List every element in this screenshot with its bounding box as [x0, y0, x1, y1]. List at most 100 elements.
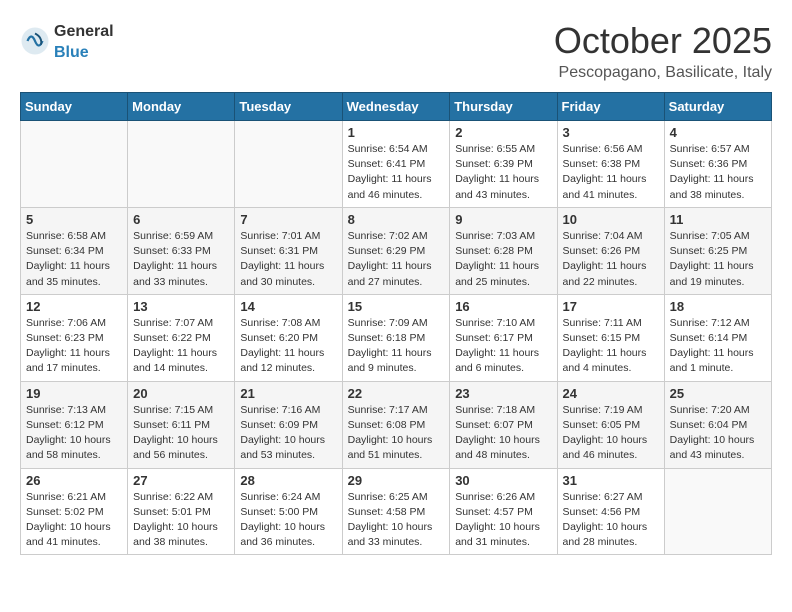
- calendar-cell: 9Sunrise: 7:03 AM Sunset: 6:28 PM Daylig…: [450, 207, 557, 294]
- calendar-cell: 1 Sunrise: 6:54 AM Sunset: 6:41 PM Daylig…: [342, 121, 450, 208]
- calendar-cell: [21, 121, 128, 208]
- calendar-cell: 14 Sunrise: 7:08 AM Sunset: 6:20 PM Dayli…: [235, 294, 342, 381]
- day-number: 3: [563, 125, 659, 140]
- day-info: Sunrise: 6:24 AM Sunset: 5:00 PM Dayligh…: [240, 490, 336, 551]
- day-info: Sunrise: 7:10 AM Sunset: 6:17 PM Dayligh…: [455, 316, 551, 377]
- day-info: Sunrise: 7:16 AM Sunset: 6:09 PM Dayligh…: [240, 403, 336, 464]
- day-info: Sunrise: 6:56 AM Sunset: 6:38 PM Dayligh…: [563, 142, 659, 203]
- day-info: Sunrise: 7:19 AM Sunset: 6:05 PM Dayligh…: [563, 403, 659, 464]
- title-section: October 2025 Pescopagano, Basilicate, It…: [554, 20, 772, 82]
- day-number: 21: [240, 386, 336, 401]
- day-info: Sunrise: 7:07 AM Sunset: 6:22 PM Dayligh…: [133, 316, 229, 377]
- calendar-cell: 28Sunrise: 6:24 AM Sunset: 5:00 PM Dayli…: [235, 468, 342, 555]
- day-info: Sunrise: 6:55 AM Sunset: 6:39 PM Dayligh…: [455, 142, 551, 203]
- calendar-cell: 30 Sunrise: 6:26 AM Sunset: 4:57 PM Dayli…: [450, 468, 557, 555]
- calendar-week-3: 12Sunrise: 7:06 AM Sunset: 6:23 PM Dayli…: [21, 294, 772, 381]
- day-number: 2: [455, 125, 551, 140]
- day-number: 6: [133, 212, 229, 227]
- day-number: 22: [348, 386, 445, 401]
- calendar-cell: 18 Sunrise: 7:12 AM Sunset: 6:14 PM Dayli…: [664, 294, 771, 381]
- calendar-cell: 15 Sunrise: 7:09 AM Sunset: 6:18 PM Dayli…: [342, 294, 450, 381]
- weekday-header-monday: Monday: [128, 93, 235, 121]
- weekday-header-thursday: Thursday: [450, 93, 557, 121]
- day-info: Sunrise: 6:25 AM Sunset: 4:58 PM Dayligh…: [348, 490, 445, 551]
- calendar-cell: [664, 468, 771, 555]
- day-number: 23: [455, 386, 551, 401]
- calendar-cell: 19 Sunrise: 7:13 AM Sunset: 6:12 PM Dayli…: [21, 381, 128, 468]
- day-number: 20: [133, 386, 229, 401]
- day-info: Sunrise: 7:11 AM Sunset: 6:15 PM Dayligh…: [563, 316, 659, 377]
- calendar-cell: 31 Sunrise: 6:27 AM Sunset: 4:56 PM Dayli…: [557, 468, 664, 555]
- weekday-header-wednesday: Wednesday: [342, 93, 450, 121]
- calendar-cell: 22Sunrise: 7:17 AM Sunset: 6:08 PM Dayli…: [342, 381, 450, 468]
- day-number: 7: [240, 212, 336, 227]
- day-info: Sunrise: 7:12 AM Sunset: 6:14 PM Dayligh…: [670, 316, 766, 377]
- calendar-week-4: 19 Sunrise: 7:13 AM Sunset: 6:12 PM Dayli…: [21, 381, 772, 468]
- day-number: 27: [133, 473, 229, 488]
- logo: General Blue: [20, 20, 114, 62]
- day-info: Sunrise: 7:18 AM Sunset: 6:07 PM Dayligh…: [455, 403, 551, 464]
- calendar-cell: 2 Sunrise: 6:55 AM Sunset: 6:39 PM Daylig…: [450, 121, 557, 208]
- calendar-cell: 20 Sunrise: 7:15 AM Sunset: 6:11 PM Dayli…: [128, 381, 235, 468]
- day-number: 17: [563, 299, 659, 314]
- calendar-cell: 12Sunrise: 7:06 AM Sunset: 6:23 PM Dayli…: [21, 294, 128, 381]
- day-info: Sunrise: 7:15 AM Sunset: 6:11 PM Dayligh…: [133, 403, 229, 464]
- weekday-header-tuesday: Tuesday: [235, 93, 342, 121]
- day-info: Sunrise: 6:54 AM Sunset: 6:41 PM Dayligh…: [348, 142, 445, 203]
- calendar-cell: 3 Sunrise: 6:56 AM Sunset: 6:38 PM Daylig…: [557, 121, 664, 208]
- calendar-cell: 27 Sunrise: 6:22 AM Sunset: 5:01 PM Dayli…: [128, 468, 235, 555]
- weekday-header-friday: Friday: [557, 93, 664, 121]
- day-number: 5: [26, 212, 122, 227]
- day-info: Sunrise: 6:58 AM Sunset: 6:34 PM Dayligh…: [26, 229, 122, 290]
- calendar-cell: 23 Sunrise: 7:18 AM Sunset: 6:07 PM Dayli…: [450, 381, 557, 468]
- calendar-cell: 4 Sunrise: 6:57 AM Sunset: 6:36 PM Daylig…: [664, 121, 771, 208]
- day-info: Sunrise: 7:13 AM Sunset: 6:12 PM Dayligh…: [26, 403, 122, 464]
- logo-general-text: General: [54, 23, 114, 40]
- day-info: Sunrise: 7:08 AM Sunset: 6:20 PM Dayligh…: [240, 316, 336, 377]
- day-number: 14: [240, 299, 336, 314]
- calendar-cell: 11 Sunrise: 7:05 AM Sunset: 6:25 PM Dayli…: [664, 207, 771, 294]
- day-info: Sunrise: 6:22 AM Sunset: 5:01 PM Dayligh…: [133, 490, 229, 551]
- calendar-cell: 16Sunrise: 7:10 AM Sunset: 6:17 PM Dayli…: [450, 294, 557, 381]
- weekday-header-sunday: Sunday: [21, 93, 128, 121]
- calendar-cell: [235, 121, 342, 208]
- calendar-table: SundayMondayTuesdayWednesdayThursdayFrid…: [20, 92, 772, 555]
- calendar-cell: 8 Sunrise: 7:02 AM Sunset: 6:29 PM Daylig…: [342, 207, 450, 294]
- day-number: 30: [455, 473, 551, 488]
- logo-icon: [20, 26, 50, 56]
- day-info: Sunrise: 7:01 AM Sunset: 6:31 PM Dayligh…: [240, 229, 336, 290]
- page-header: General Blue October 2025 Pescopagano, B…: [20, 20, 772, 82]
- day-number: 1: [348, 125, 445, 140]
- calendar-cell: 5 Sunrise: 6:58 AM Sunset: 6:34 PM Daylig…: [21, 207, 128, 294]
- day-info: Sunrise: 6:27 AM Sunset: 4:56 PM Dayligh…: [563, 490, 659, 551]
- day-number: 19: [26, 386, 122, 401]
- day-info: Sunrise: 6:57 AM Sunset: 6:36 PM Dayligh…: [670, 142, 766, 203]
- day-number: 18: [670, 299, 766, 314]
- calendar-cell: 6 Sunrise: 6:59 AM Sunset: 6:33 PM Daylig…: [128, 207, 235, 294]
- day-info: Sunrise: 6:26 AM Sunset: 4:57 PM Dayligh…: [455, 490, 551, 551]
- day-number: 9: [455, 212, 551, 227]
- day-number: 12: [26, 299, 122, 314]
- calendar-cell: 7 Sunrise: 7:01 AM Sunset: 6:31 PM Daylig…: [235, 207, 342, 294]
- calendar-cell: 25Sunrise: 7:20 AM Sunset: 6:04 PM Dayli…: [664, 381, 771, 468]
- day-info: Sunrise: 6:21 AM Sunset: 5:02 PM Dayligh…: [26, 490, 122, 551]
- day-number: 13: [133, 299, 229, 314]
- day-number: 8: [348, 212, 445, 227]
- calendar-cell: 24Sunrise: 7:19 AM Sunset: 6:05 PM Dayli…: [557, 381, 664, 468]
- day-number: 4: [670, 125, 766, 140]
- day-number: 11: [670, 212, 766, 227]
- day-number: 15: [348, 299, 445, 314]
- logo-blue-text: Blue: [54, 44, 89, 61]
- day-number: 10: [563, 212, 659, 227]
- day-info: Sunrise: 7:05 AM Sunset: 6:25 PM Dayligh…: [670, 229, 766, 290]
- day-number: 26: [26, 473, 122, 488]
- calendar-cell: 29Sunrise: 6:25 AM Sunset: 4:58 PM Dayli…: [342, 468, 450, 555]
- day-number: 31: [563, 473, 659, 488]
- day-info: Sunrise: 6:59 AM Sunset: 6:33 PM Dayligh…: [133, 229, 229, 290]
- day-info: Sunrise: 7:02 AM Sunset: 6:29 PM Dayligh…: [348, 229, 445, 290]
- calendar-cell: 21 Sunrise: 7:16 AM Sunset: 6:09 PM Dayli…: [235, 381, 342, 468]
- weekday-header-saturday: Saturday: [664, 93, 771, 121]
- day-info: Sunrise: 7:09 AM Sunset: 6:18 PM Dayligh…: [348, 316, 445, 377]
- calendar-week-2: 5 Sunrise: 6:58 AM Sunset: 6:34 PM Daylig…: [21, 207, 772, 294]
- calendar-cell: 10Sunrise: 7:04 AM Sunset: 6:26 PM Dayli…: [557, 207, 664, 294]
